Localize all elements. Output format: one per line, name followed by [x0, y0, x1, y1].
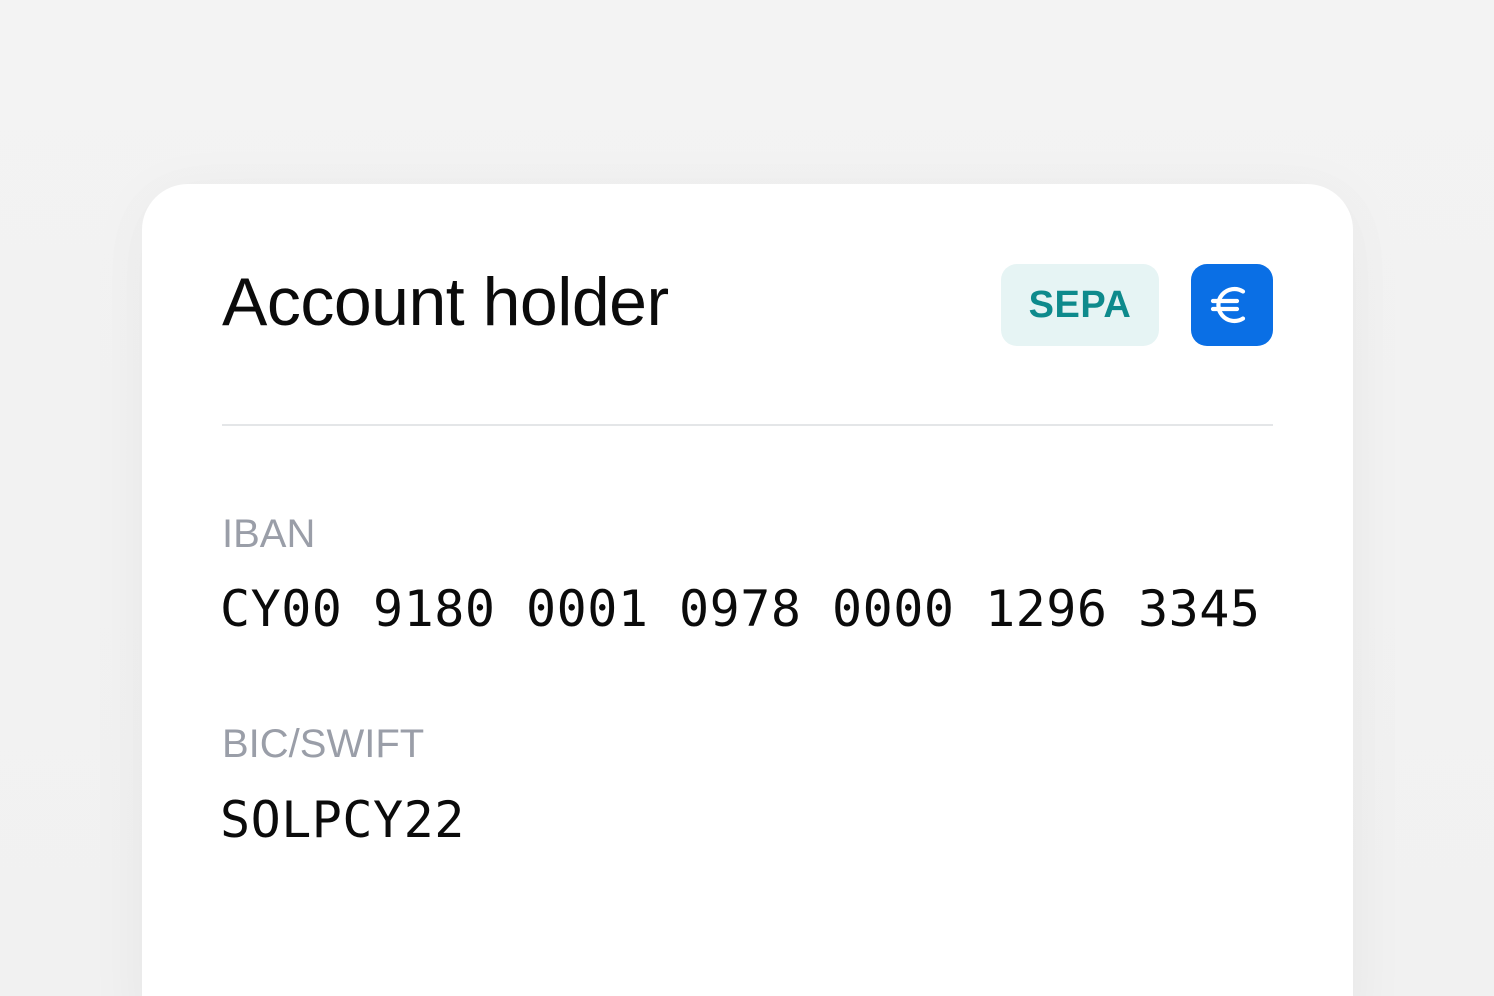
euro-icon — [1191, 264, 1273, 346]
page-background: Account holder SEPA IBAN CY00 9180 0001 … — [0, 0, 1494, 996]
account-details-card: Account holder SEPA IBAN CY00 9180 0001 … — [142, 184, 1353, 996]
sepa-badge: SEPA — [1001, 264, 1159, 346]
iban-value[interactable]: CY00 9180 0001 0978 0000 1296 3345 — [220, 580, 1261, 638]
bic-swift-label: BIC/SWIFT — [222, 722, 425, 766]
card-header: Account holder SEPA — [222, 264, 1273, 346]
iban-label: IBAN — [222, 512, 316, 556]
header-divider — [222, 424, 1273, 426]
bic-swift-value[interactable]: SOLPCY22 — [220, 791, 465, 849]
euro-icon-glyph — [1210, 286, 1246, 324]
account-holder-title: Account holder — [222, 264, 669, 340]
